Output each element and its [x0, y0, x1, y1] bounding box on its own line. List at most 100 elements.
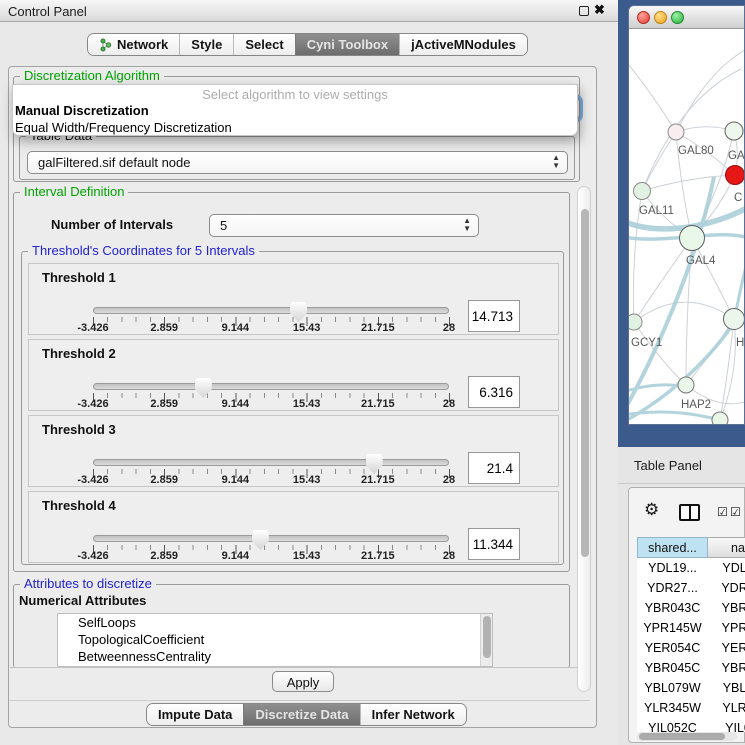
table-cell[interactable]: YDR2	[708, 578, 745, 598]
threshold-value-input[interactable]	[468, 300, 520, 332]
attributes-list-scrollbar[interactable]	[480, 614, 492, 666]
table-data-combo[interactable]: galFiltered.sif default node ▲▼	[27, 151, 568, 174]
tab-select[interactable]: Select	[233, 34, 294, 55]
slider-track[interactable]	[93, 307, 449, 314]
numerical-attributes-list[interactable]: SelfLoopsTopologicalCoefficientBetweenne…	[57, 613, 493, 667]
table-cell[interactable]: YBR045C	[637, 658, 708, 678]
tab-cyni-toolbox[interactable]: Cyni Toolbox	[295, 34, 399, 55]
table-row[interactable]: YBR045CYBR0	[637, 658, 745, 678]
tab-jactivemnodules[interactable]: jActiveMNodules	[399, 34, 527, 55]
table-row[interactable]: YLR345WYLR3	[637, 698, 745, 718]
table-cell[interactable]: YDR27...	[637, 578, 708, 598]
table-cell[interactable]: YLR345W	[637, 698, 708, 718]
node-label: GAL11	[639, 205, 674, 217]
table-row[interactable]: YBL079WYBL0	[637, 678, 745, 698]
threshold-row: Threshold 3-3.4262.8599.14415.4321.71528	[28, 415, 559, 487]
column-header-shared-name[interactable]: shared...	[637, 537, 708, 558]
tab-impute-data[interactable]: Impute Data	[147, 704, 243, 725]
dropdown-option[interactable]: Manual Discretization	[15, 102, 575, 119]
minimize-traffic-button[interactable]	[654, 11, 667, 24]
slider-track[interactable]	[93, 535, 449, 542]
table-row[interactable]: YIL052CYIL0	[637, 718, 745, 732]
table-horizontal-scrollbar[interactable]	[637, 732, 737, 741]
divider	[10, 667, 580, 668]
slider-scale-label: 2.859	[150, 550, 178, 562]
tab-discretize-data[interactable]: Discretize Data	[243, 704, 359, 725]
table-row[interactable]: YER054CYER0	[637, 638, 745, 658]
table-cell[interactable]: YBL0	[708, 678, 745, 698]
table-cell[interactable]: YBL079W	[637, 678, 708, 698]
tab-label: Infer Network	[372, 707, 455, 722]
tab-label: Network	[117, 37, 168, 52]
network-canvas[interactable]: GAL80GACGAL11GAL4GCY1HHAP2	[629, 29, 745, 425]
attribute-list-item[interactable]: SelfLoops	[58, 614, 492, 631]
slider-track[interactable]	[93, 383, 449, 390]
network-node-ga[interactable]	[725, 122, 743, 140]
table-cell[interactable]: YIL0	[708, 718, 745, 732]
network-node-gal11[interactable]	[634, 183, 651, 200]
table-cell[interactable]: YBR0	[708, 658, 745, 678]
network-node-hap2[interactable]	[678, 377, 694, 393]
table-row[interactable]: YBR043CYBR0	[637, 598, 745, 618]
network-node-c[interactable]	[726, 166, 745, 185]
table-cell[interactable]: YDL1	[708, 558, 745, 578]
threshold-row: Threshold 4-3.4262.8599.14415.4321.71528	[28, 491, 559, 563]
checkbox-icon[interactable]: ☑	[730, 505, 741, 519]
node-label: GAL80	[678, 145, 714, 157]
slider-scale-label: 15.43	[293, 550, 321, 562]
gear-icon[interactable]: ⚙	[644, 500, 659, 520]
threshold-value-input[interactable]	[468, 376, 520, 408]
bottom-tab-bar: Impute DataDiscretize Data Infer Network	[146, 703, 467, 726]
threshold-label: Threshold 2	[42, 346, 116, 361]
table-cell[interactable]: YPR145W	[637, 618, 708, 638]
dropdown-options: Manual DiscretizationEqual Width/Frequen…	[15, 102, 575, 136]
network-node-gal80[interactable]	[668, 124, 684, 140]
apply-button[interactable]: Apply	[272, 671, 334, 692]
close-icon[interactable]: ✖	[594, 2, 605, 18]
table-cell[interactable]: YBR0	[708, 598, 745, 618]
table-cell[interactable]: YER054C	[637, 638, 708, 658]
thresholds-group: Threshold's Coordinates for 5 Intervals …	[21, 251, 564, 565]
numerical-attributes-label: Numerical Attributes	[19, 593, 146, 608]
node-table[interactable]: shared... na YDL19...YDL1YDR27...YDR2YBR…	[637, 537, 745, 732]
num-intervals-value: 5	[220, 218, 227, 233]
table-cell[interactable]: YLR3	[708, 698, 745, 718]
network-node-gcy1[interactable]	[629, 314, 642, 330]
tab-infer-network[interactable]: Infer Network	[360, 704, 466, 725]
panel-scrollbar[interactable]	[577, 186, 591, 692]
network-node-gal4[interactable]	[680, 226, 705, 251]
table-row[interactable]: YDL19...YDL1	[637, 558, 745, 578]
table-cell[interactable]: YER0	[708, 638, 745, 658]
scrollbar-thumb[interactable]	[581, 209, 589, 557]
table-cell[interactable]: YBR043C	[637, 598, 708, 618]
network-node[interactable]	[712, 412, 728, 425]
network-view-window[interactable]: GAL80GACGAL11GAL4GCY1HHAP2	[628, 5, 745, 425]
attribute-list-item[interactable]: BetweennessCentrality	[58, 648, 492, 665]
column-header-name[interactable]: na	[708, 537, 745, 558]
dropdown-option[interactable]: Equal Width/Frequency Discretization	[15, 119, 575, 136]
float-window-icon[interactable]	[579, 6, 589, 16]
tab-label: Cyni Toolbox	[307, 37, 388, 52]
attribute-list-item[interactable]: TopologicalCoefficient	[58, 631, 492, 648]
threshold-value-input[interactable]	[468, 528, 520, 560]
checkbox-icon[interactable]: ☑	[717, 505, 728, 519]
slider-scale-label: -3.426	[77, 474, 108, 486]
slider-scale-label: 28	[443, 474, 455, 486]
network-node-h[interactable]	[724, 309, 745, 330]
zoom-traffic-button[interactable]	[671, 11, 684, 24]
close-traffic-button[interactable]	[637, 11, 650, 24]
threshold-value-input[interactable]	[468, 452, 520, 484]
scrollbar-thumb[interactable]	[639, 733, 725, 740]
tab-network[interactable]: Network	[88, 34, 179, 55]
table-cell[interactable]: YPR1	[708, 618, 745, 638]
table-row[interactable]: YPR145WYPR1	[637, 618, 745, 638]
slider-track[interactable]	[93, 459, 449, 466]
num-intervals-combo[interactable]: 5 ▲▼	[209, 214, 479, 237]
table-cell[interactable]: YIL052C	[637, 718, 708, 732]
threshold-label: Threshold 1	[42, 270, 116, 285]
table-row[interactable]: YDR27...YDR2	[637, 578, 745, 598]
columns-icon[interactable]	[679, 504, 700, 521]
tab-style[interactable]: Style	[179, 34, 233, 55]
scrollbar-thumb[interactable]	[483, 616, 491, 658]
table-cell[interactable]: YDL19...	[637, 558, 708, 578]
